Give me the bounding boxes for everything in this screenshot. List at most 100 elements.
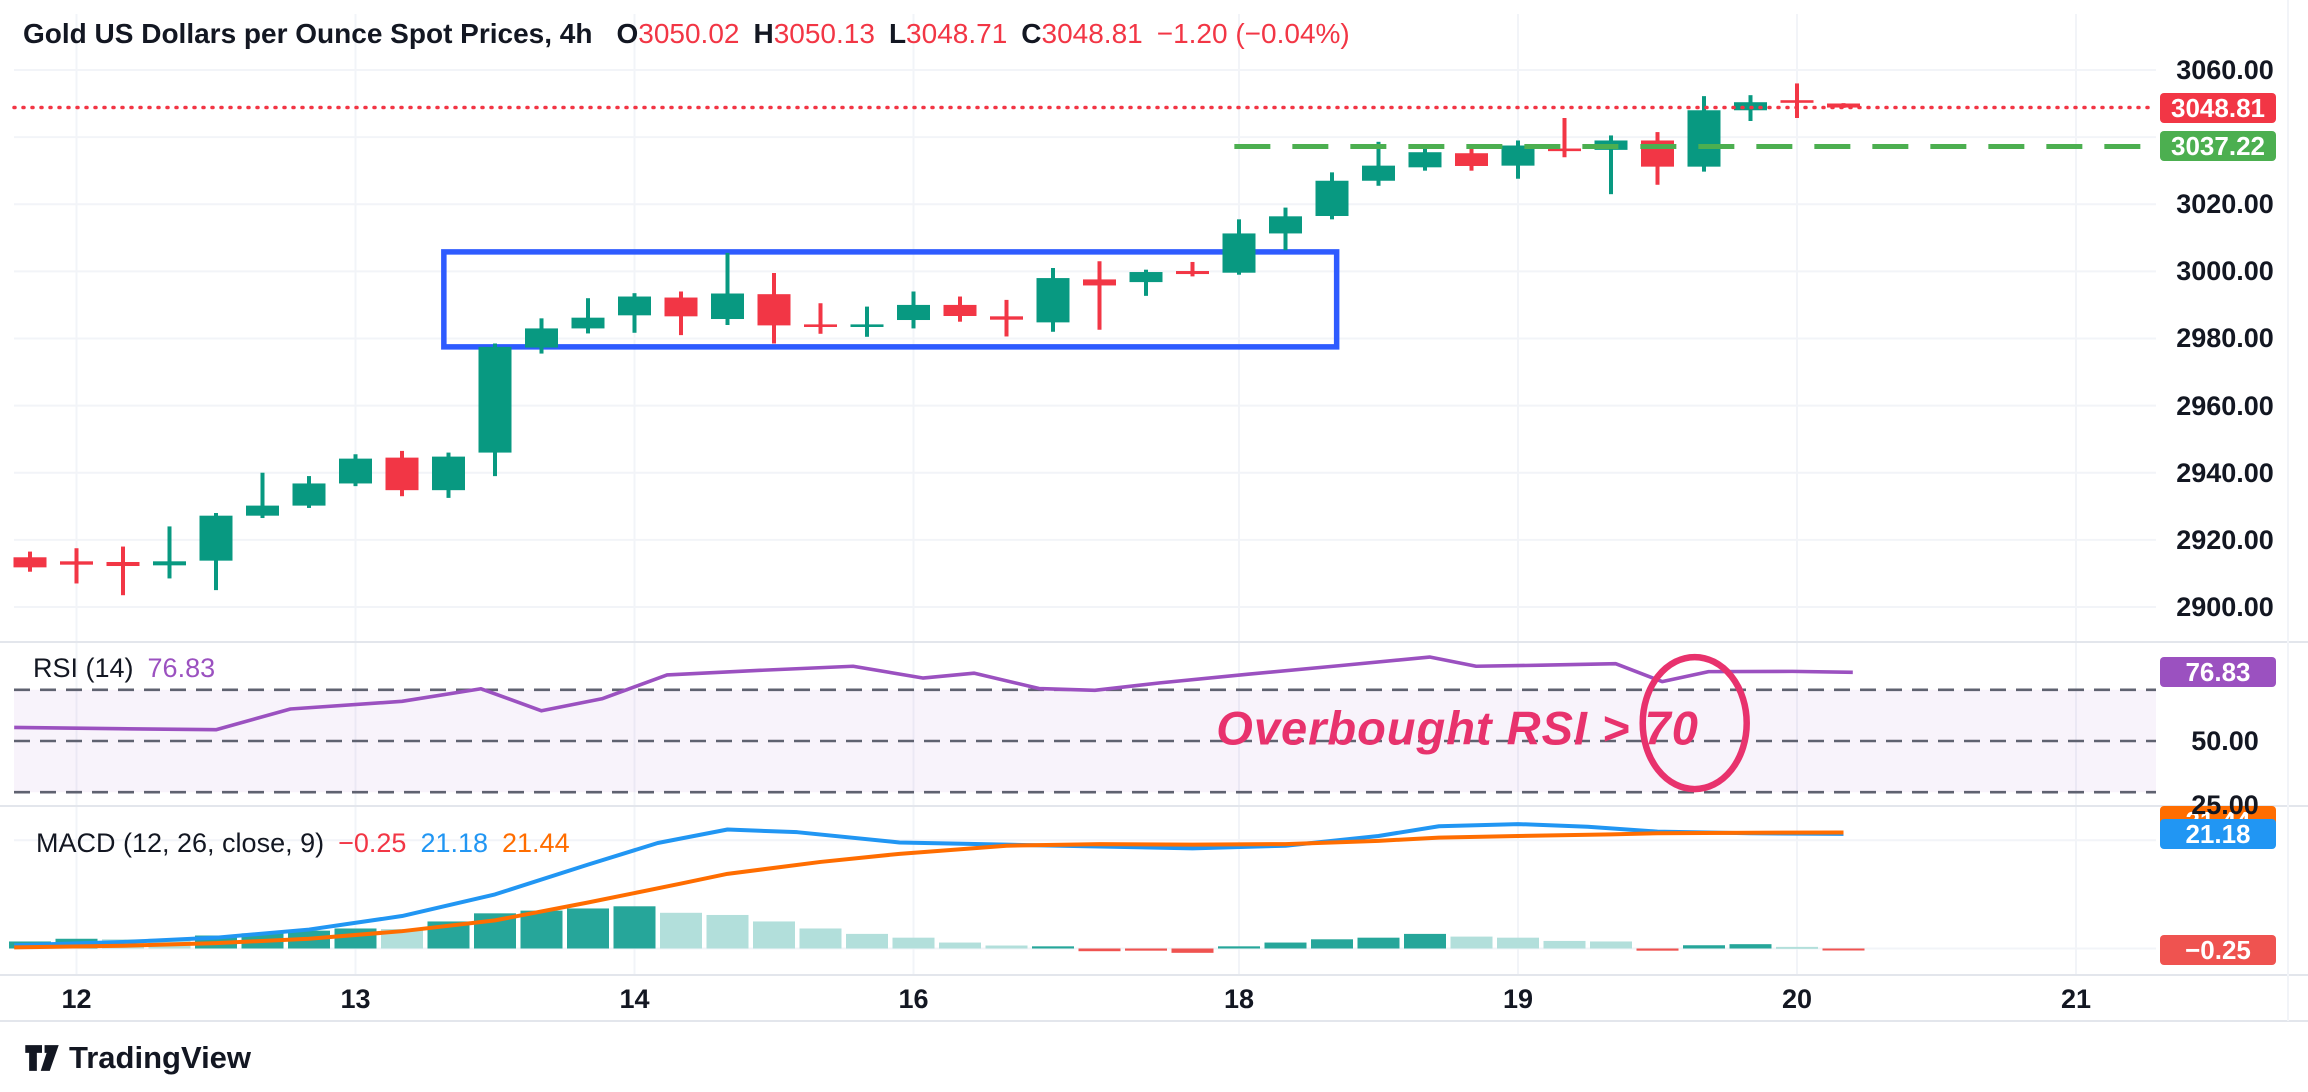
change-value: −1.20 (−0.04%) xyxy=(1157,18,1350,49)
candle-body xyxy=(1781,100,1814,103)
tradingview-logo-text: TradingView xyxy=(69,1040,251,1076)
macd-histogram-bar xyxy=(1544,941,1586,949)
candle-body xyxy=(432,457,465,491)
price-axis-label: 25.00 xyxy=(2160,791,2290,819)
macd-histogram-bar xyxy=(1032,946,1074,948)
macd-line-value: 21.18 xyxy=(420,828,488,858)
chart-canvas[interactable] xyxy=(0,0,2308,1092)
macd-histogram-bar xyxy=(939,943,981,949)
candle-body xyxy=(293,483,326,505)
time-axis-label: 19 xyxy=(1478,984,1558,1015)
candle-body xyxy=(572,318,605,329)
rsi-value-badge: 76.83 xyxy=(2160,657,2276,687)
macd-histogram-bar xyxy=(986,946,1028,949)
price-axis-label: 2920.00 xyxy=(2160,526,2290,554)
macd-histogram-bar xyxy=(893,938,935,949)
macd-histogram-bar xyxy=(660,913,702,949)
macd-histogram-bar xyxy=(707,915,749,949)
low-value: 3048.71 xyxy=(906,18,1007,49)
time-axis-label: 20 xyxy=(1757,984,1837,1015)
consolidation-box[interactable] xyxy=(444,252,1337,347)
macd-histogram-bar xyxy=(1683,945,1725,948)
macd-histogram-bar xyxy=(1172,949,1214,953)
tradingview-logo[interactable]: TradingView xyxy=(24,1040,251,1076)
macd-legend: MACD (12, 26, close, 9) −0.25 21.18 21.44 xyxy=(36,828,570,859)
open-label: O xyxy=(616,18,638,49)
low-label: L xyxy=(889,18,906,49)
candle-body xyxy=(200,516,233,561)
time-axis-label: 13 xyxy=(316,984,396,1015)
candle-body xyxy=(1362,166,1395,181)
macd-histogram-bar xyxy=(1265,943,1307,949)
candle-body xyxy=(1316,181,1349,216)
macd-histogram-bar xyxy=(1079,949,1121,952)
rsi-label: RSI (14) xyxy=(33,653,134,683)
candle-body xyxy=(1037,278,1070,322)
macd-histogram-bar xyxy=(1311,939,1353,948)
candle-body xyxy=(525,328,558,347)
macd-histogram-bar xyxy=(1730,944,1772,948)
price-axis-label: 2980.00 xyxy=(2160,324,2290,352)
candle-body xyxy=(804,324,837,327)
price-axis-label: 3020.00 xyxy=(2160,190,2290,218)
open-value: 3050.02 xyxy=(638,18,739,49)
macd-histogram-bar xyxy=(1590,941,1632,948)
macd-histogram-bar xyxy=(1404,934,1446,949)
candle-body xyxy=(246,506,279,516)
macd-signal-value: 21.44 xyxy=(502,828,570,858)
macd-histogram-bar xyxy=(1125,949,1167,951)
symbol-legend: Gold US Dollars per Ounce Spot Prices, 4… xyxy=(23,18,1350,50)
overbought-annotation-text[interactable]: Overbought RSI > 70 xyxy=(1216,701,1699,756)
price-axis-label: 2940.00 xyxy=(2160,459,2290,487)
candle-body xyxy=(665,298,698,317)
candle-body xyxy=(107,562,140,566)
macd-histogram-bar xyxy=(567,908,609,948)
high-value: 3050.13 xyxy=(774,18,875,49)
price-axis-label: 2960.00 xyxy=(2160,392,2290,420)
candle-body xyxy=(1223,233,1256,272)
last-price-badge: 3048.81 xyxy=(2160,93,2276,123)
time-axis-label: 18 xyxy=(1199,984,1279,1015)
alert-price-badge: 3037.22 xyxy=(2160,131,2276,161)
time-axis-label: 21 xyxy=(2036,984,2116,1015)
macd-value-badge: 21.18 xyxy=(2160,819,2276,849)
candle-body xyxy=(1269,216,1302,233)
candle-body xyxy=(618,297,651,316)
macd-label: MACD (12, 26, close, 9) xyxy=(36,828,324,858)
macd-histogram-bar xyxy=(1358,938,1400,949)
price-axis-label: 3000.00 xyxy=(2160,257,2290,285)
candle-body xyxy=(851,324,884,327)
price-axis-label: 2900.00 xyxy=(2160,593,2290,621)
macd-histogram-bar xyxy=(1637,949,1679,951)
candle-body xyxy=(1455,153,1488,166)
candle-body xyxy=(897,305,930,320)
candle-body xyxy=(479,347,512,453)
macd-histogram-bar xyxy=(753,921,795,948)
candle-body xyxy=(60,561,93,564)
price-axis-label: 3060.00 xyxy=(2160,56,2290,84)
macd-hist-badge: −0.25 xyxy=(2160,935,2276,965)
macd-histogram-bar xyxy=(846,934,888,949)
candle-body xyxy=(339,459,372,484)
tradingview-logo-icon xyxy=(24,1040,60,1076)
macd-histogram-bar xyxy=(800,928,842,948)
rsi-value: 76.83 xyxy=(148,653,216,683)
macd-histogram-bar xyxy=(1451,937,1493,949)
time-axis-label: 12 xyxy=(37,984,117,1015)
candle-body xyxy=(758,294,791,325)
macd-hist-value: −0.25 xyxy=(338,828,406,858)
macd-histogram-bar xyxy=(1823,949,1865,951)
candle-body xyxy=(1130,272,1163,282)
candle-body xyxy=(153,561,186,565)
macd-histogram-bar xyxy=(1497,938,1539,949)
candle-body xyxy=(14,557,47,567)
candle-body xyxy=(1083,279,1116,285)
candle-body xyxy=(944,305,977,316)
time-axis-label: 16 xyxy=(874,984,954,1015)
macd-histogram-bar xyxy=(335,928,377,948)
macd-histogram-bar xyxy=(521,911,563,949)
candle-body xyxy=(990,316,1023,319)
candle-body xyxy=(1688,110,1721,166)
candle-body xyxy=(1176,271,1209,274)
close-value: 3048.81 xyxy=(1042,18,1143,49)
